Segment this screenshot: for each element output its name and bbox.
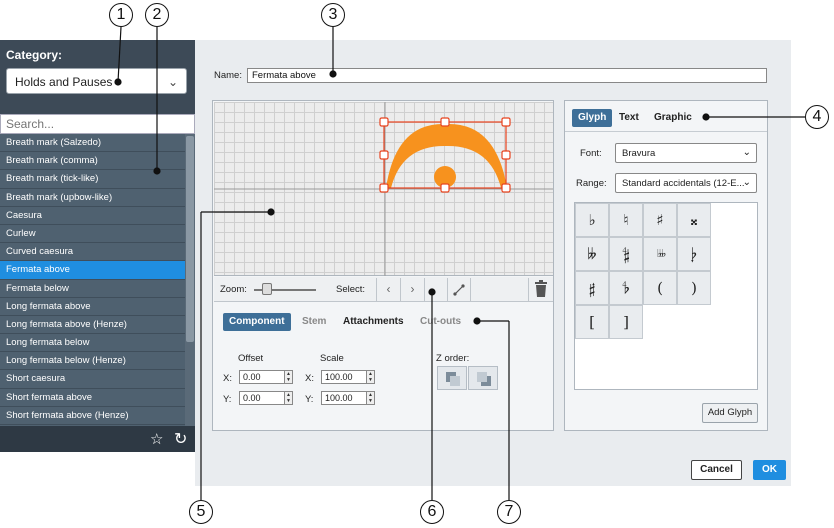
- chevron-down-icon: ⌄: [742, 177, 751, 188]
- reset-icon[interactable]: ↻: [174, 429, 187, 449]
- select-spacer: [424, 278, 448, 302]
- callout-3: 3: [321, 3, 345, 27]
- list-item[interactable]: Short fermata above: [0, 389, 185, 407]
- toolbar-separator: [528, 278, 529, 302]
- glyph-cell-natural-sharp[interactable]: 𝄰: [575, 271, 609, 305]
- list-item[interactable]: Long fermata above: [0, 298, 185, 316]
- font-select-value: Bravura: [622, 148, 656, 159]
- select-next-button[interactable]: ›: [400, 278, 424, 302]
- zoom-slider-thumb[interactable]: [262, 283, 272, 295]
- tab-glyph[interactable]: Glyph: [572, 109, 613, 127]
- name-input[interactable]: [247, 68, 767, 83]
- edit-path-button[interactable]: [447, 278, 471, 302]
- glyph-cell-paren-left[interactable]: (: [643, 271, 677, 305]
- glyph-cell-natural[interactable]: ♮: [609, 203, 643, 237]
- z-order-label: Z order:: [436, 353, 470, 364]
- callout-5: 5: [189, 500, 213, 524]
- glyph-cell-triple-flat[interactable]: ♭♭♭: [643, 237, 677, 271]
- glyph-cell-triple-sharp[interactable]: 𝄲: [609, 237, 643, 271]
- category-label: Category:: [6, 48, 63, 62]
- callout-2: 2: [145, 3, 169, 27]
- fermata-glyph[interactable]: [214, 102, 553, 276]
- tab-graphic[interactable]: Graphic: [648, 109, 698, 126]
- list-item[interactable]: Long fermata below: [0, 334, 185, 353]
- tab-component[interactable]: Component: [223, 313, 291, 331]
- path-icon: [453, 284, 465, 296]
- offset-x-field[interactable]: 0.00: [239, 370, 289, 384]
- add-glyph-button[interactable]: Add Glyph: [702, 403, 758, 423]
- offset-x-stepper[interactable]: ▲ ▼: [284, 370, 293, 384]
- cancel-button[interactable]: Cancel: [691, 460, 742, 480]
- send-backward-button[interactable]: [468, 366, 498, 390]
- font-select[interactable]: Bravura ⌄: [615, 143, 757, 163]
- offset-y-stepper[interactable]: ▲ ▼: [284, 391, 293, 405]
- list-item[interactable]: Long fermata below (Henze): [0, 352, 185, 371]
- chevron-down-icon: ⌄: [167, 75, 178, 89]
- list-item[interactable]: Long fermata above (Henze): [0, 316, 185, 335]
- chevron-down-icon: ⌄: [742, 147, 751, 158]
- scrollbar-thumb[interactable]: [186, 136, 194, 342]
- offset-y-field[interactable]: 0.00: [239, 391, 289, 405]
- bring-forward-icon: [446, 372, 460, 386]
- list-item[interactable]: Short caesura: [0, 370, 185, 389]
- name-label: Name:: [214, 70, 242, 81]
- glyph-cell-natural-flat[interactable]: 𝄭: [677, 237, 711, 271]
- callout-6: 6: [420, 500, 444, 524]
- offset-x-label: X:: [223, 373, 232, 384]
- trash-icon[interactable]: [533, 280, 549, 298]
- list-item[interactable]: Fermata below: [0, 280, 185, 298]
- glyph-cell-paren-right[interactable]: ): [677, 271, 711, 305]
- scale-x-stepper[interactable]: ▲ ▼: [366, 370, 375, 384]
- select-previous-button[interactable]: ‹: [376, 278, 400, 302]
- scale-y-label: Y:: [305, 394, 314, 405]
- list-item[interactable]: Curved caesura: [0, 243, 185, 262]
- range-select-value: Standard accidentals (12-E...: [622, 178, 745, 189]
- list-item[interactable]: Breath mark (tick-like): [0, 170, 185, 189]
- glyph-cell-sharp[interactable]: ♯: [643, 203, 677, 237]
- callout-4: 4: [805, 105, 829, 129]
- scale-label: Scale: [320, 353, 344, 364]
- list-item[interactable]: Breath mark (Salzedo): [0, 134, 185, 153]
- tab-cut-outs[interactable]: Cut-outs: [414, 313, 467, 330]
- ok-button[interactable]: OK: [753, 460, 786, 480]
- list-item[interactable]: Caesura: [0, 207, 185, 225]
- sidebar-footer: [0, 426, 195, 452]
- glyph-cell-double-flat[interactable]: 𝄫: [575, 237, 609, 271]
- tab-attachments[interactable]: Attachments: [337, 313, 410, 330]
- glyph-cell-flat[interactable]: ♭: [575, 203, 609, 237]
- offset-y-label: Y:: [223, 394, 232, 405]
- scale-y-stepper[interactable]: ▲ ▼: [366, 391, 375, 405]
- list-item[interactable]: Fermata above: [0, 261, 185, 280]
- select-label: Select:: [336, 284, 366, 295]
- glyph-cell-bracket-right[interactable]: ]: [609, 305, 643, 339]
- range-label: Range:: [576, 178, 607, 189]
- callout-1: 1: [109, 3, 133, 27]
- zoom-label: Zoom:: [220, 284, 247, 295]
- list-item[interactable]: Short fermata above (Henze): [0, 407, 185, 425]
- category-select[interactable]: Holds and Pauses ⌄: [6, 68, 187, 94]
- bring-forward-button[interactable]: [437, 366, 467, 390]
- category-select-value: Holds and Pauses: [15, 75, 113, 89]
- notehead-list: Breath mark (Salzedo) Breath mark (comma)…: [0, 134, 185, 426]
- scale-x-label: X:: [305, 373, 314, 384]
- tab-text[interactable]: Text: [613, 109, 645, 126]
- range-select[interactable]: Standard accidentals (12-E... ⌄: [615, 173, 757, 193]
- glyph-cell-bracket-left[interactable]: [: [575, 305, 609, 339]
- list-item[interactable]: Breath mark (comma): [0, 152, 185, 171]
- list-item[interactable]: Breath mark (upbow-like): [0, 189, 185, 207]
- glyph-cell-sharp-sharp[interactable]: 𝄳: [609, 271, 643, 305]
- font-label: Font:: [580, 148, 602, 159]
- star-icon[interactable]: ☆: [150, 430, 163, 448]
- scale-y-field[interactable]: 100.00: [321, 391, 371, 405]
- callout-7: 7: [497, 500, 521, 524]
- glyph-cell-double-sharp[interactable]: 𝄪: [677, 203, 711, 237]
- scale-x-field[interactable]: 100.00: [321, 370, 371, 384]
- offset-label: Offset: [238, 353, 264, 364]
- list-scrollbar[interactable]: [185, 134, 195, 426]
- search-input[interactable]: [0, 114, 195, 134]
- list-item[interactable]: Curlew: [0, 225, 185, 244]
- send-backward-icon: [477, 372, 491, 386]
- tab-stem[interactable]: Stem: [296, 313, 332, 330]
